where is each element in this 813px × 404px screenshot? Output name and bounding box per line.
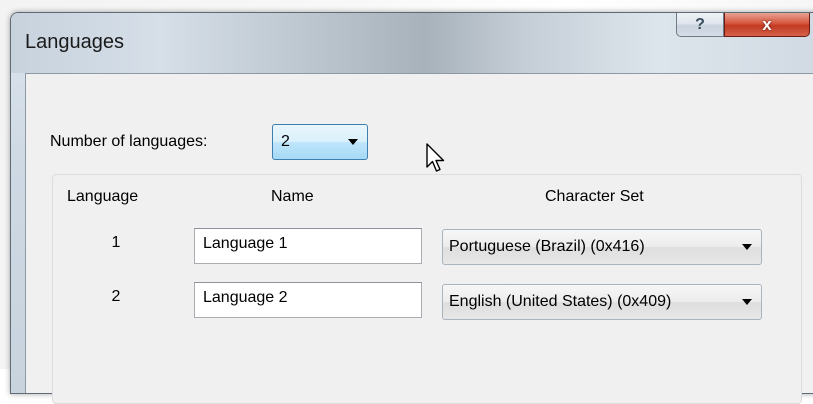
language-2-name-field[interactable] — [194, 282, 422, 318]
mouse-pointer-icon — [426, 143, 445, 172]
row-2-number: 2 — [111, 288, 121, 305]
caption-buttons: ? x — [676, 13, 810, 39]
dialog-client-area: Number of languages: 2 Language Name Cha… — [25, 73, 813, 404]
language-1-charset-value: Portuguese (Brazil) (0x416) — [449, 238, 645, 255]
title-bar[interactable]: Languages ? x — [11, 13, 813, 73]
chevron-down-icon — [742, 299, 752, 305]
language-2-charset-value: English (United States) (0x409) — [449, 293, 672, 310]
languages-dialog: Languages ? x Number of languages: 2 Lan… — [10, 12, 813, 404]
close-button[interactable]: x — [724, 13, 810, 37]
language-1-charset-dropdown[interactable]: Portuguese (Brazil) (0x416) — [442, 229, 762, 265]
close-x-icon: x — [762, 14, 772, 34]
window-title: Languages — [25, 31, 124, 53]
column-header-language: Language — [67, 188, 139, 205]
help-button[interactable]: ? — [676, 13, 724, 37]
language-2-charset-dropdown[interactable]: English (United States) (0x409) — [442, 284, 762, 320]
chevron-down-icon — [348, 139, 358, 145]
chevron-down-icon — [742, 244, 752, 250]
column-header-name: Name — [271, 188, 314, 205]
number-of-languages-label: Number of languages: — [50, 133, 208, 150]
help-question-icon: ? — [695, 15, 705, 33]
column-header-character-set: Character Set — [545, 188, 644, 205]
number-of-languages-dropdown[interactable]: 2 — [272, 124, 368, 160]
language-1-name-field[interactable] — [194, 228, 422, 264]
number-of-languages-value: 2 — [281, 133, 290, 150]
row-1-number: 1 — [111, 234, 121, 251]
